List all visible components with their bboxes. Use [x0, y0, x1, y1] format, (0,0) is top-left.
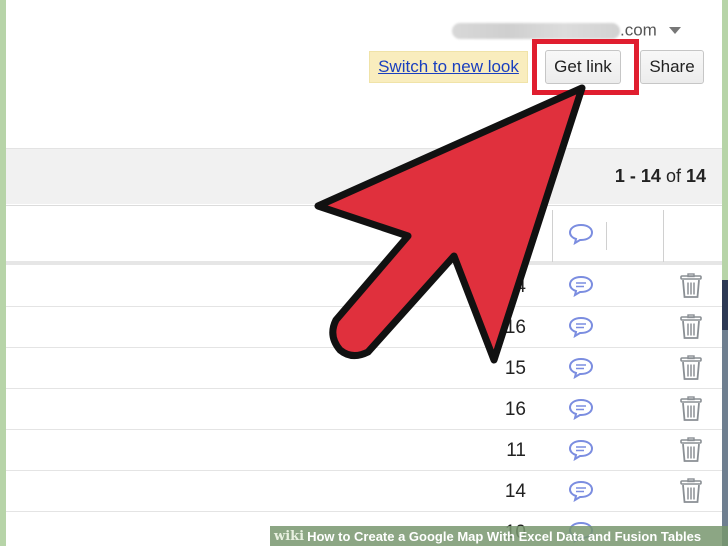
- get-link-highlight-box: [532, 39, 639, 95]
- row-count: 11: [506, 440, 526, 461]
- watermark-footer: wiki How to Create a Google Map With Exc…: [270, 526, 728, 546]
- pager-end: 14: [640, 166, 661, 186]
- wiki-logo: wiki: [274, 528, 305, 544]
- column-divider: [552, 210, 553, 262]
- row-count: 15: [504, 358, 526, 379]
- column-divider: [663, 210, 664, 262]
- account-email-blurred: [452, 22, 620, 39]
- article-title: How to Create a Google Map With Excel Da…: [307, 528, 702, 544]
- comment-bubble-icon[interactable]: [568, 316, 594, 338]
- comment-column-header-icon[interactable]: [568, 223, 594, 245]
- share-button[interactable]: Share: [640, 50, 704, 84]
- table-row[interactable]: 14: [6, 471, 722, 512]
- trash-icon[interactable]: [679, 273, 703, 299]
- table-row[interactable]: 16: [6, 389, 722, 430]
- chevron-down-icon[interactable]: [668, 27, 681, 35]
- trash-icon[interactable]: [679, 314, 703, 340]
- comment-bubble-icon[interactable]: [568, 398, 594, 420]
- pager-total: 14: [685, 166, 706, 186]
- comment-bubble-icon[interactable]: [568, 357, 594, 379]
- table-row[interactable]: 15: [6, 348, 722, 389]
- column-divider: [606, 222, 607, 250]
- pager-of: of: [660, 166, 686, 186]
- table-row[interactable]: 11: [6, 430, 722, 471]
- trash-icon[interactable]: [679, 396, 703, 422]
- row-count: 16: [504, 399, 526, 420]
- row-count: 14: [504, 276, 526, 297]
- comment-bubble-icon[interactable]: [568, 439, 594, 461]
- trash-icon[interactable]: [679, 437, 703, 463]
- trash-icon[interactable]: [679, 355, 703, 381]
- table-row[interactable]: 14: [6, 266, 722, 307]
- row-count: 14: [504, 481, 526, 502]
- column-header-row: [6, 205, 722, 265]
- table-row[interactable]: 16: [6, 307, 722, 348]
- pager-separator: -: [624, 166, 641, 186]
- switch-to-new-look-link[interactable]: Switch to new look: [369, 51, 528, 83]
- account-menu[interactable]: .com: [452, 20, 681, 41]
- trash-icon[interactable]: [679, 478, 703, 504]
- pagination-info: 1 - 14 of 14: [615, 166, 706, 187]
- window-edge: [722, 0, 728, 546]
- app-frame: .com Switch to new look Get link Share 1…: [6, 0, 722, 546]
- comment-bubble-icon[interactable]: [568, 480, 594, 502]
- account-email-suffix: .com: [620, 20, 657, 40]
- comment-bubble-icon[interactable]: [568, 275, 594, 297]
- row-count: 16: [504, 317, 526, 338]
- pager-start: 1: [614, 166, 625, 186]
